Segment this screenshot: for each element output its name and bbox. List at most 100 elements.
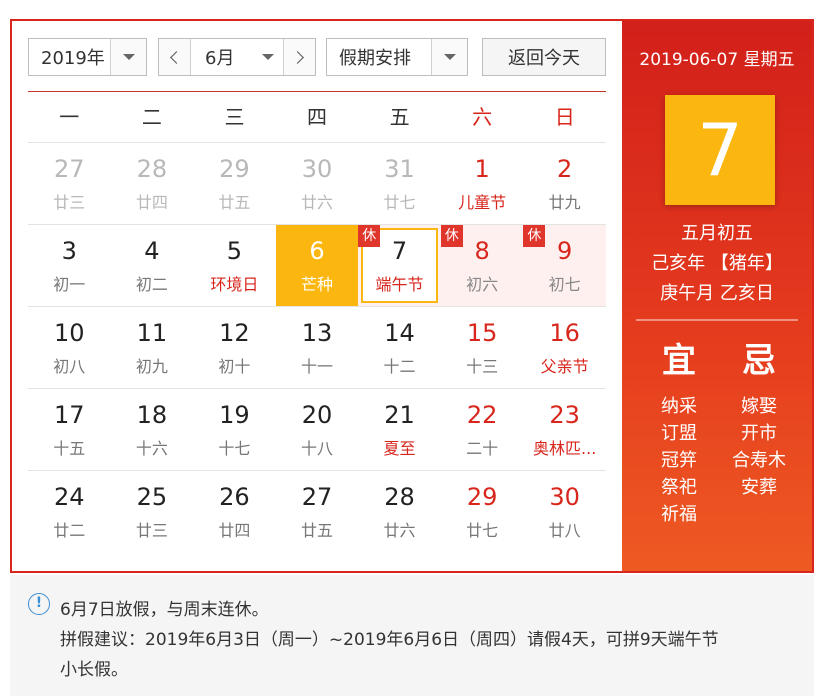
lunar-label: 廿七 [383, 193, 416, 212]
day-number: 16 [549, 319, 580, 347]
lunar-label: 初二 [135, 275, 168, 294]
day-cell[interactable]: 25 廿三 [111, 471, 194, 552]
day-cell[interactable]: 5 环境日 [193, 225, 276, 306]
day-cell[interactable]: 22 二十 [441, 389, 524, 470]
day-cell-holiday[interactable]: 9 初七休 [523, 225, 606, 306]
yi-heading: 宜 [662, 341, 696, 381]
lunar-label: 二十 [466, 439, 499, 458]
day-cell[interactable]: 1 儿童节 [441, 143, 524, 224]
day-cell[interactable]: 3 初一 [28, 225, 111, 306]
notice-line: 拼假建议：2019年6月3日（周一）~2019年6月6日（周四）请假4天，可拼9… [60, 630, 719, 650]
yi-item: 祭祀 [661, 477, 697, 498]
day-number: 4 [144, 237, 160, 265]
lunar-date: 五月初五 [681, 223, 753, 244]
day-cell[interactable]: 30 廿六 [276, 143, 359, 224]
lunar-label: 廿九 [548, 193, 581, 212]
day-number: 5 [226, 237, 243, 265]
day-cell[interactable]: 29 廿七 [441, 471, 524, 552]
day-cell-selected[interactable]: 7 端午节休 [358, 225, 441, 306]
yi-item: 祈福 [661, 504, 697, 525]
rest-day-badge: 休 [523, 225, 546, 247]
ji-column: 忌 嫁娶 开市 合寿木 安葬 [724, 339, 794, 501]
lunar-label: 十二 [383, 357, 416, 376]
day-number: 30 [301, 155, 333, 183]
weekday-fri: 五 [389, 105, 410, 129]
day-cell[interactable]: 11 初九 [111, 307, 194, 388]
day-cell[interactable]: 26 廿四 [193, 471, 276, 552]
year-select[interactable]: 2019年 [28, 38, 147, 76]
chevron-down-icon[interactable] [110, 39, 146, 75]
day-cell-today[interactable]: 6 芒种 [275, 225, 359, 306]
festival-label: 儿童节 [458, 193, 507, 212]
holiday-select[interactable]: 假期安排 [326, 38, 468, 76]
lunar-label: 廿七 [466, 521, 499, 540]
day-cell[interactable]: 30 廿八 [523, 471, 606, 552]
day-cell[interactable]: 20 十八 [276, 389, 359, 470]
day-number: 28 [384, 483, 415, 511]
year-select-label: 2019年 [41, 48, 105, 69]
lunar-label: 廿六 [383, 521, 416, 540]
lunar-label: 廿八 [548, 521, 581, 540]
day-cell[interactable]: 24 廿二 [28, 471, 111, 552]
lunar-label: 廿五 [300, 521, 333, 540]
calendar-main: 2019年 6月 假期安排 返回今天 一 二 三 四 五 六 日 27 廿三 2… [12, 21, 622, 571]
week-row: 3 初一 4 初二 5 环境日 6 芒种 7 端午节休 8 初六休 9 初七休 [28, 225, 606, 307]
weekday-sat: 六 [472, 105, 493, 129]
chevron-down-icon[interactable] [431, 39, 467, 75]
lunar-label: 十八 [300, 439, 333, 458]
lunar-label: 廿六 [300, 193, 333, 212]
day-number: 20 [301, 401, 333, 429]
day-cell[interactable]: 14 十二 [358, 307, 441, 388]
month-select[interactable]: 6月 [191, 39, 283, 75]
day-cell[interactable]: 31 廿七 [358, 143, 441, 224]
day-number: 11 [136, 319, 168, 347]
day-number: 6 [309, 237, 325, 265]
day-number: 23 [549, 401, 580, 429]
lunar-label: 十一 [300, 357, 333, 376]
day-number: 27 [301, 483, 333, 511]
weekday-wed: 三 [224, 105, 245, 129]
selected-date-line: 2019-06-07 星期五 [639, 50, 795, 70]
day-cell[interactable]: 18 十六 [111, 389, 194, 470]
day-cell[interactable]: 13 十一 [276, 307, 359, 388]
chevron-down-icon[interactable] [253, 39, 283, 75]
lunar-label: 廿四 [135, 193, 168, 212]
prev-month-button[interactable] [159, 39, 191, 75]
day-cell[interactable]: 21 夏至 [358, 389, 441, 470]
day-cell[interactable]: 29 廿五 [193, 143, 276, 224]
day-number: 22 [466, 401, 498, 429]
day-cell[interactable]: 28 廿四 [111, 143, 194, 224]
weekday-tue: 二 [141, 105, 162, 129]
ji-heading: 忌 [742, 341, 776, 381]
day-cell[interactable]: 23 奥林匹... [523, 389, 606, 470]
day-cell[interactable]: 16 父亲节 [523, 307, 606, 388]
festival-label: 环境日 [210, 275, 259, 294]
day-cell[interactable]: 19 十七 [193, 389, 276, 470]
day-cell[interactable]: 12 初十 [193, 307, 276, 388]
holiday-select-label: 假期安排 [339, 48, 411, 69]
next-month-button[interactable] [283, 39, 315, 75]
calendar-widget: 2019年 6月 假期安排 返回今天 一 二 三 四 五 六 日 27 廿三 2… [10, 19, 814, 573]
festival-label: 端午节 [375, 275, 424, 294]
day-number: 13 [301, 319, 333, 347]
day-cell[interactable]: 4 初二 [111, 225, 194, 306]
day-number: 10 [54, 319, 85, 347]
yi-column: 宜 纳采 订盟 冠笄 祭祀 祈福 [644, 339, 714, 528]
week-row: 24 廿二 25 廿三 26 廿四 27 廿五 28 廿六 29 廿七 30 廿八 [28, 471, 606, 553]
day-cell[interactable]: 15 十三 [441, 307, 524, 388]
selected-day-big: 7 [665, 95, 775, 205]
day-cell[interactable]: 28 廿六 [358, 471, 441, 552]
weekday-header: 一 二 三 四 五 六 日 [28, 91, 606, 143]
day-cell[interactable]: 10 初八 [28, 307, 111, 388]
weekday-mon: 一 [59, 105, 80, 129]
festival-label: 奥林匹... [533, 439, 597, 458]
lunar-label: 廿二 [53, 521, 86, 540]
back-to-today-button[interactable]: 返回今天 [482, 38, 606, 76]
day-cell[interactable]: 27 廿五 [276, 471, 359, 552]
day-cell[interactable]: 17 十五 [28, 389, 111, 470]
lunar-label: 初八 [53, 357, 86, 376]
day-cell-holiday[interactable]: 8 初六休 [440, 225, 524, 306]
day-cell[interactable]: 2 廿九 [523, 143, 606, 224]
lunar-label: 十七 [218, 439, 251, 458]
day-cell[interactable]: 27 廿三 [28, 143, 111, 224]
